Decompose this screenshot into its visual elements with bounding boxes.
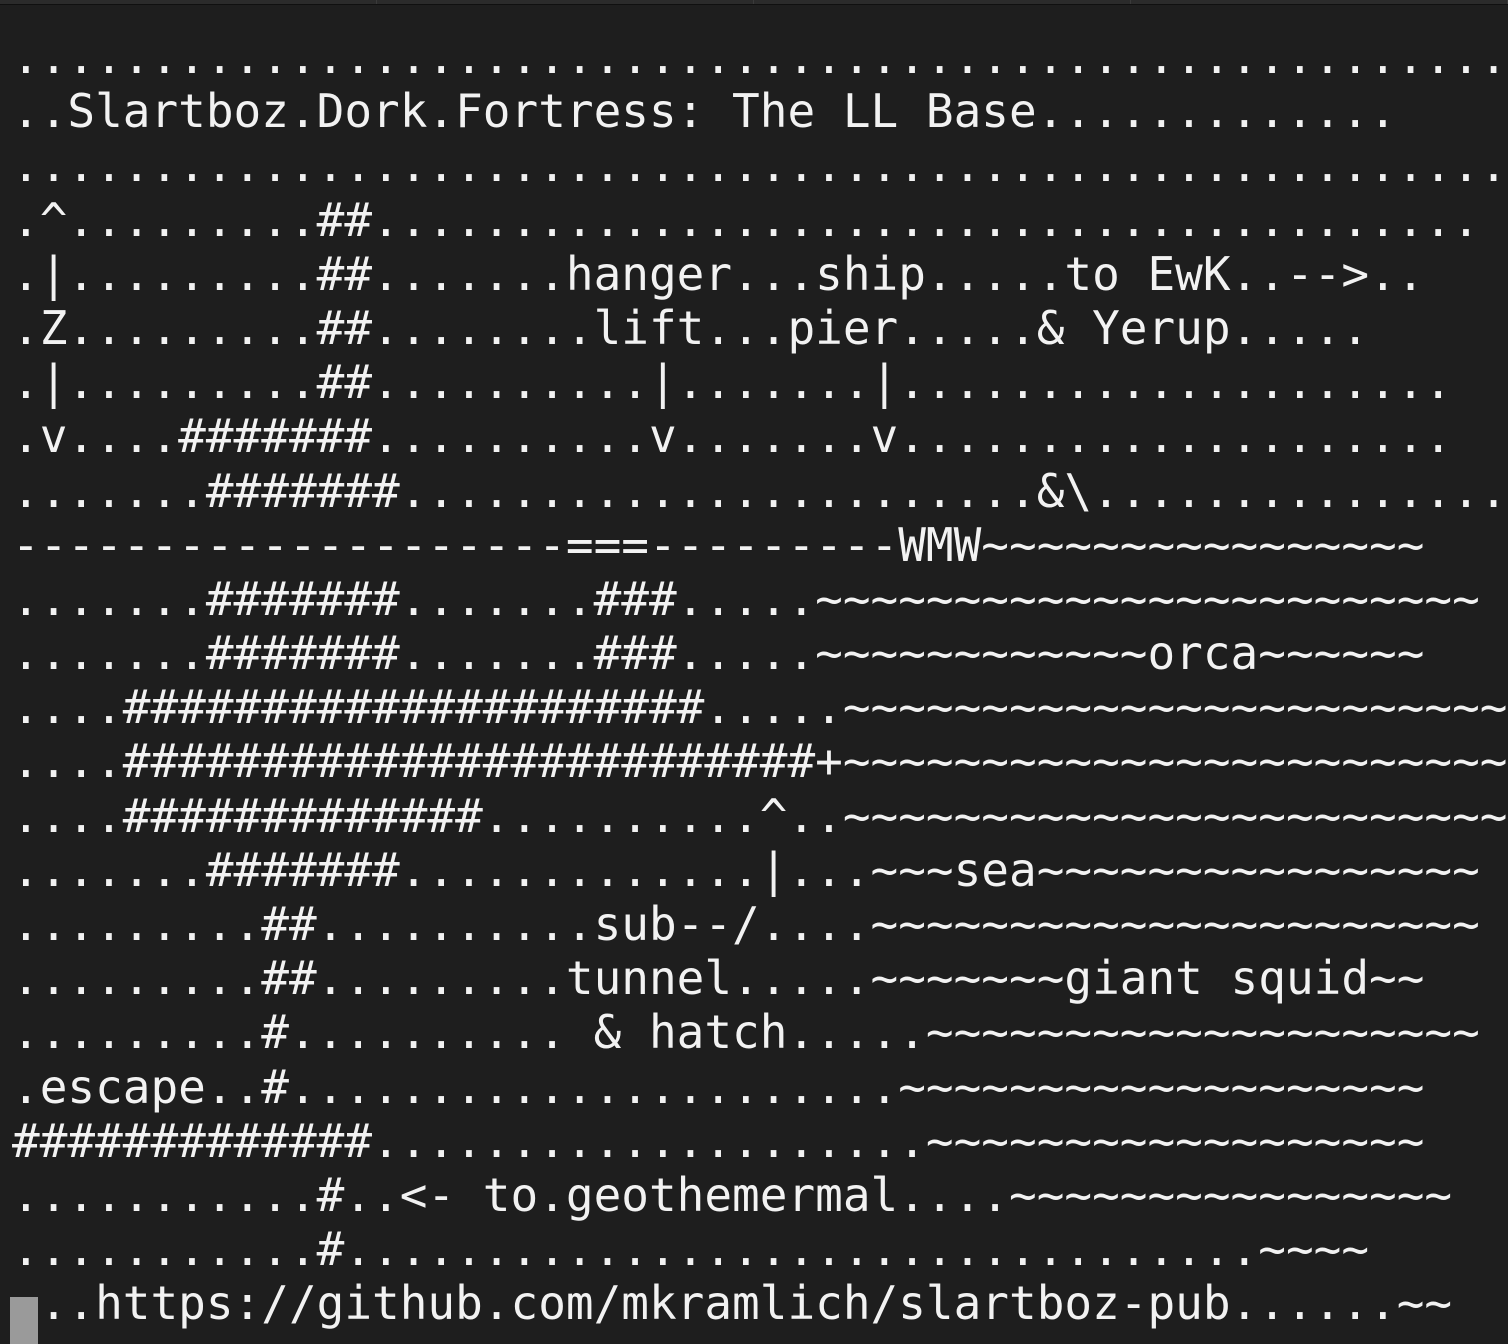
terminal-line: .......#######.......................&\.… bbox=[12, 463, 1508, 518]
terminal-line: ...........#............................… bbox=[12, 1222, 1370, 1277]
terminal-line-ground: --------------------===---------WMW~~~~~… bbox=[12, 517, 1425, 572]
terminal-line: .escape..#......................~~~~~~~~… bbox=[12, 1059, 1425, 1114]
terminal-line: ....#############..........^..~~~~~~~~~~… bbox=[12, 788, 1508, 843]
terminal-line: ...........#..<- to.geothemermal....~~~~… bbox=[12, 1167, 1453, 1222]
terminal-line: ........................................… bbox=[12, 30, 1508, 84]
tab-divider[interactable] bbox=[754, 0, 1131, 4]
terminal-line-title: ..Slartboz.Dork.Fortress: The LL Base...… bbox=[12, 84, 1397, 139]
terminal-output[interactable]: ........................................… bbox=[12, 30, 1508, 1344]
terminal-line: .........#.......... & hatch.....~~~~~~~… bbox=[12, 1005, 1480, 1060]
terminal-line: .........##.........tunnel.....~~~~~~~gi… bbox=[12, 951, 1425, 1006]
terminal-line: .Z.........##........lift...pier.....& Y… bbox=[12, 300, 1370, 355]
terminal-line: .|.........##.......hanger...ship.....to… bbox=[12, 246, 1425, 301]
terminal-cursor bbox=[10, 1297, 38, 1344]
terminal-window: ........................................… bbox=[0, 0, 1508, 1344]
terminal-line: .^.........##...........................… bbox=[12, 192, 1480, 247]
tab-divider[interactable] bbox=[377, 0, 754, 4]
tab-strip bbox=[0, 0, 1508, 5]
tab-divider[interactable] bbox=[0, 0, 377, 4]
terminal-line: #############....................~~~~~~~… bbox=[12, 1113, 1425, 1168]
terminal-line: .|.........##..........|.......|........… bbox=[12, 355, 1453, 410]
terminal-line: .......#######.............|...~~~sea~~~… bbox=[12, 842, 1480, 897]
terminal-line: ....#########################+~~~~~~~~~~… bbox=[12, 734, 1508, 789]
terminal-line: ........................................… bbox=[12, 138, 1508, 193]
tab-divider[interactable] bbox=[1131, 0, 1508, 4]
terminal-line: ....#####################.....~~~~~~~~~~… bbox=[12, 680, 1508, 735]
terminal-line-url[interactable]: ...https://github.com/mkramlich/slartboz… bbox=[12, 1276, 1508, 1330]
terminal-line: .v....#######..........v.......v........… bbox=[12, 409, 1453, 464]
terminal-line: .........##..........sub--/....~~~~~~~~~… bbox=[12, 897, 1480, 951]
terminal-line: .......#######.......###.....~~~~~~~~~~~… bbox=[12, 571, 1480, 626]
terminal-line: .......#######.......###.....~~~~~~~~~~~… bbox=[12, 626, 1425, 681]
